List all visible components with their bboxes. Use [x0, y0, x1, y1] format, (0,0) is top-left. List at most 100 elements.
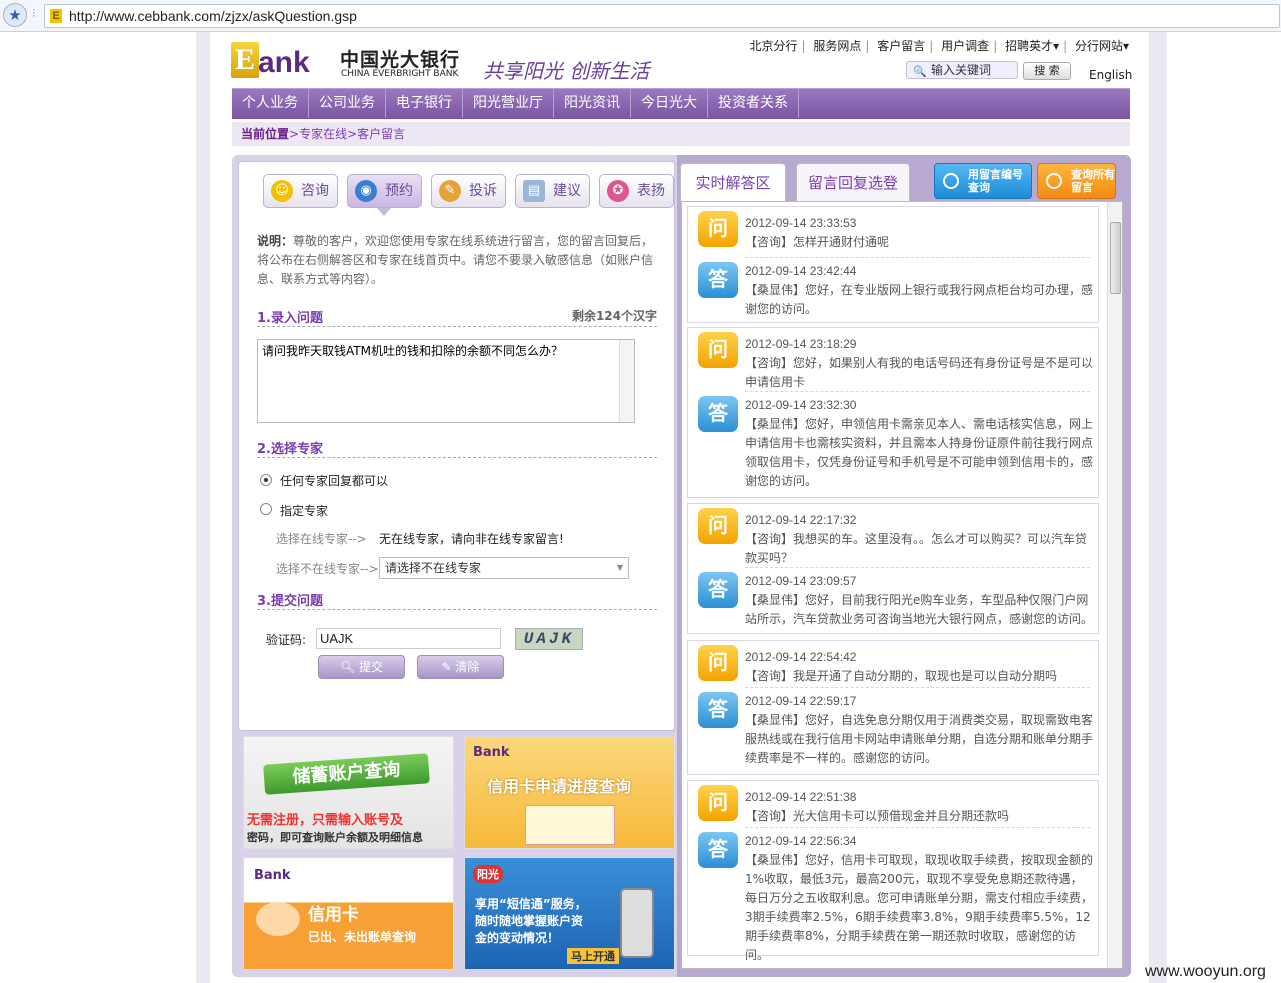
nav-corporate[interactable]: 公司业务: [309, 89, 386, 118]
tab-praise[interactable]: ✪ 表扬: [599, 174, 674, 208]
radio-specific-expert-label: 指定专家: [280, 504, 329, 518]
radio-any-expert[interactable]: [260, 474, 272, 486]
question-badge-icon: 问: [698, 785, 738, 821]
banner-b4-brand: 阳光: [473, 865, 503, 883]
question-row: 问 2012-09-14 22:54:42 【咨询】我是开通了自动分期的，取现也…: [688, 641, 1098, 687]
bookmark-star-icon[interactable]: ★: [3, 3, 27, 27]
tab-complaint-label: 投诉: [469, 183, 497, 199]
online-expert-label: 选择在线专家-->: [276, 532, 367, 546]
desc-label: 说明：: [257, 234, 294, 248]
nav-personal[interactable]: 个人业务: [232, 89, 309, 118]
tab-praise-label: 表扬: [637, 183, 665, 199]
answer-list-scrollbar[interactable]: [1107, 202, 1122, 968]
nav-today[interactable]: 今日光大: [631, 89, 708, 118]
banner-b2-logo: Bank: [473, 745, 510, 760]
banner-b2-form-image: [525, 805, 615, 845]
question-badge-icon: 问: [698, 645, 738, 681]
banner-creditcard-progress[interactable]: Bank 信用卡申请进度查询: [464, 736, 675, 849]
search-input[interactable]: 🔍 输入关键词: [906, 61, 1018, 79]
nav-investor[interactable]: 投资者关系: [708, 89, 799, 118]
site-favicon-icon: E: [50, 9, 62, 23]
section-submit-question: 3.提交问题: [257, 590, 657, 610]
section-enter-question-title: 1.录入问题: [257, 311, 323, 326]
banner-b4-line2: 随时随地掌握账户资: [475, 914, 584, 928]
tab-live-answers[interactable]: 实时解答区: [680, 163, 786, 203]
smiley-icon: ☺: [271, 180, 293, 202]
toplink-careers[interactable]: 招聘英才▾: [1005, 39, 1059, 53]
textarea-scrollbar[interactable]: [619, 340, 634, 422]
tab-appointment[interactable]: ◉ 预约: [347, 174, 422, 208]
question-row: 问 2012-09-14 23:18:29 【咨询】您好，如果别人有我的电话号码…: [688, 328, 1098, 391]
slogan: 共享阳光 创新生活: [483, 59, 650, 83]
banner-b4-text: 享用“短信通”服务， 随时随地掌握账户资 金的变动情况！: [475, 896, 587, 947]
address-bar-url: http://www.cebbank.com/zjzx/askQuestion.…: [69, 8, 357, 24]
query-all-button[interactable]: 查询所有留言: [1037, 163, 1116, 199]
breadcrumb-path[interactable]: >专家在线>客户留言: [289, 127, 405, 141]
section-enter-question: 1.录入问题 剩余124个汉字: [257, 307, 657, 327]
tab-consult[interactable]: ☺ 咨询: [263, 174, 338, 208]
banner-b4-button[interactable]: 马上开通: [567, 948, 619, 964]
logo-e-mark[interactable]: E: [231, 42, 259, 78]
qa-item: 问 2012-09-14 22:54:42 【咨询】我是开通了自动分期的，取现也…: [687, 640, 1099, 775]
qa-item: 问 2012-09-14 23:18:29 【咨询】您好，如果别人有我的电话号码…: [687, 327, 1099, 498]
scrollbar-thumb[interactable]: [1110, 222, 1121, 294]
toplink-outlets[interactable]: 服务网点: [813, 39, 861, 53]
offline-expert-label: 选择不在线专家-->: [276, 562, 379, 576]
question-time: 2012-09-14 22:17:32: [745, 513, 857, 527]
address-bar[interactable]: E http://www.cebbank.com/zjzx/askQuestio…: [44, 4, 1280, 28]
search-icon: 🔍: [913, 65, 927, 78]
answer-text: 【桑显伟】您好，自选免息分期仅用于消费类交易，取现需致电客服热线或在我行信用卡网…: [745, 713, 1094, 765]
page-side-right: [1149, 32, 1167, 983]
answer-time: 2012-09-14 23:09:57: [745, 574, 857, 588]
question-time: 2012-09-14 23:18:29: [745, 337, 857, 351]
offline-expert-select[interactable]: 请选择不在线专家 ▼: [379, 557, 629, 579]
toplink-message[interactable]: 客户留言: [877, 39, 925, 53]
query-by-id-button[interactable]: 用留言编号查询: [934, 163, 1032, 199]
answer-time: 2012-09-14 23:42:44: [745, 264, 857, 278]
submit-label: 提交: [359, 660, 384, 674]
question-textarea[interactable]: 请问我昨天取钱ATM机吐的钱和扣除的余额不同怎么办？: [257, 339, 635, 423]
question-badge-icon: 问: [698, 211, 738, 247]
question-time: 2012-09-14 23:33:53: [745, 216, 857, 230]
search-placeholder: 输入关键词: [931, 63, 992, 77]
banner-b2-title: 信用卡申请进度查询: [487, 777, 632, 796]
bank-name-en: CHINA EVERBRIGHT BANK: [341, 69, 459, 79]
tab-selected-replies[interactable]: 留言回复选登: [796, 163, 910, 203]
submit-button[interactable]: 🔍︎ 提交: [318, 655, 405, 679]
phone-icon: [620, 888, 654, 958]
section-submit-question-title: 3.提交问题: [257, 594, 323, 609]
banner-creditcard-bill[interactable]: Bank 信用卡 已出、未出账单查询: [243, 857, 454, 970]
answer-badge-icon: 答: [698, 396, 738, 432]
captcha-image[interactable]: UAJK: [515, 628, 583, 650]
toplink-branches[interactable]: 分行网站▾: [1075, 39, 1129, 53]
question-badge-icon: 问: [698, 508, 738, 544]
toplink-beijing[interactable]: 北京分行: [750, 39, 798, 53]
banner-sms-service[interactable]: 阳光 享用“短信通”服务， 随时随地掌握账户资 金的变动情况！ 马上开通: [464, 857, 675, 970]
medal-icon: ✪: [607, 180, 629, 202]
toplink-survey[interactable]: 用户调查: [941, 39, 989, 53]
nav-ebank[interactable]: 电子银行: [386, 89, 463, 118]
answer-badge-icon: 答: [698, 832, 738, 868]
answer-text: 【桑显伟】您好，目前我行阳光e购车业务，车型品种仅限门户网站所示，汽车贷款业务可…: [745, 593, 1094, 626]
answer-row: 答 2012-09-14 23:32:30 【桑显伟】您好，申领信用卡需亲见本人…: [688, 392, 1098, 491]
clear-button[interactable]: ✎ 清除: [417, 655, 504, 679]
search-button[interactable]: 搜 索: [1023, 62, 1071, 80]
radio-specific-expert[interactable]: [260, 503, 272, 515]
tab-complaint[interactable]: ✎ 投诉: [431, 174, 506, 208]
question-row: 问 2012-09-14 22:17:32 【咨询】我想买的车。这里没有。。怎么…: [688, 504, 1098, 567]
question-text: 【咨询】我是开通了自动分期的，取现也是可以自动分期吗: [745, 669, 1058, 683]
tab-suggestion[interactable]: ▤ 建议: [515, 174, 590, 208]
logo-ank[interactable]: ank: [258, 46, 310, 80]
question-row: 问 2012-09-14 23:33:53 【咨询】怎样开通财付通呢: [688, 207, 1098, 257]
banner-savings-query[interactable]: 储蓄账户查询 无需注册，只需输入账号及 密码，即可查询账户余额及明细信息: [243, 736, 454, 849]
english-link[interactable]: English: [1089, 68, 1132, 82]
nav-hall[interactable]: 阳光营业厅: [463, 89, 554, 118]
answer-time: 2012-09-14 22:59:17: [745, 694, 857, 708]
answer-row: 答 2012-09-14 22:56:34 【桑显伟】您好，信用卡可取现，取现收…: [688, 828, 1098, 965]
page-side-left: [196, 32, 210, 983]
answer-row: 答 2012-09-14 23:09:57 【桑显伟】您好，目前我行阳光e购车业…: [688, 568, 1098, 629]
nav-news[interactable]: 阳光资讯: [554, 89, 631, 118]
captcha-input[interactable]: UAJK: [316, 628, 501, 649]
tab-appointment-label: 预约: [385, 183, 413, 199]
answer-row: 答 2012-09-14 22:59:17 【桑显伟】您好，自选免息分期仅用于消…: [688, 688, 1098, 768]
